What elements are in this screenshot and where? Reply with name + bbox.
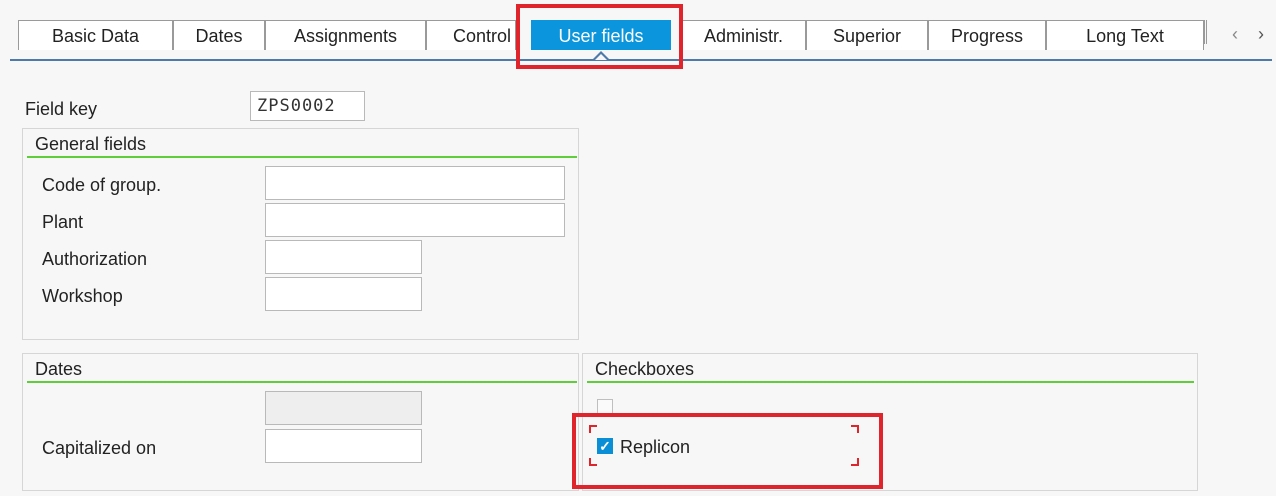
general-fields-underline — [27, 156, 577, 158]
tab-assignments[interactable]: Assignments — [265, 20, 426, 50]
field-key-label: Field key — [25, 99, 98, 119]
workshop-field[interactable] — [265, 277, 422, 311]
authorization-label: Authorization — [42, 249, 148, 269]
dates-underline — [27, 381, 577, 383]
tab-overflow-edge — [1204, 20, 1207, 44]
checkboxes-title: Checkboxes — [595, 359, 695, 379]
focus-corner-tr — [851, 425, 859, 433]
capitalized-on-field[interactable] — [265, 429, 422, 463]
general-fields-title: General fields — [35, 134, 147, 154]
tab-dates[interactable]: Dates — [173, 20, 265, 50]
tab-control[interactable]: Control — [426, 20, 516, 50]
code-of-group-field[interactable] — [265, 166, 565, 200]
tab-administr[interactable]: Administr. — [681, 20, 806, 50]
plant-field[interactable] — [265, 203, 565, 237]
chevron-right-icon[interactable]: › — [1258, 24, 1264, 45]
authorization-field[interactable] — [265, 240, 422, 274]
focus-corner-br — [851, 458, 859, 466]
dates-title: Dates — [35, 359, 83, 379]
workshop-label: Workshop — [42, 286, 123, 306]
replicon-checkbox[interactable]: ✓ — [597, 438, 613, 454]
capitalized-on-label: Capitalized on — [42, 438, 157, 458]
focus-corner-tl — [589, 425, 597, 433]
tab-superior[interactable]: Superior — [806, 20, 928, 50]
focus-corner-bl — [589, 458, 597, 466]
highlight-box-tab — [516, 4, 683, 69]
tab-long-text[interactable]: Long Text — [1046, 20, 1204, 50]
dates-readonly-field — [265, 391, 422, 425]
tab-progress[interactable]: Progress — [928, 20, 1046, 50]
chevron-left-icon[interactable]: ‹ — [1232, 24, 1238, 45]
replicon-label[interactable]: Replicon — [620, 436, 690, 458]
field-key-field[interactable]: ZPS0002 — [250, 91, 365, 121]
plant-label: Plant — [42, 212, 84, 232]
checkboxes-underline — [587, 381, 1194, 383]
tab-basic-data[interactable]: Basic Data — [18, 20, 173, 50]
code-of-group-label: Code of group. — [42, 175, 162, 195]
highlight-box-checkbox — [572, 413, 883, 489]
